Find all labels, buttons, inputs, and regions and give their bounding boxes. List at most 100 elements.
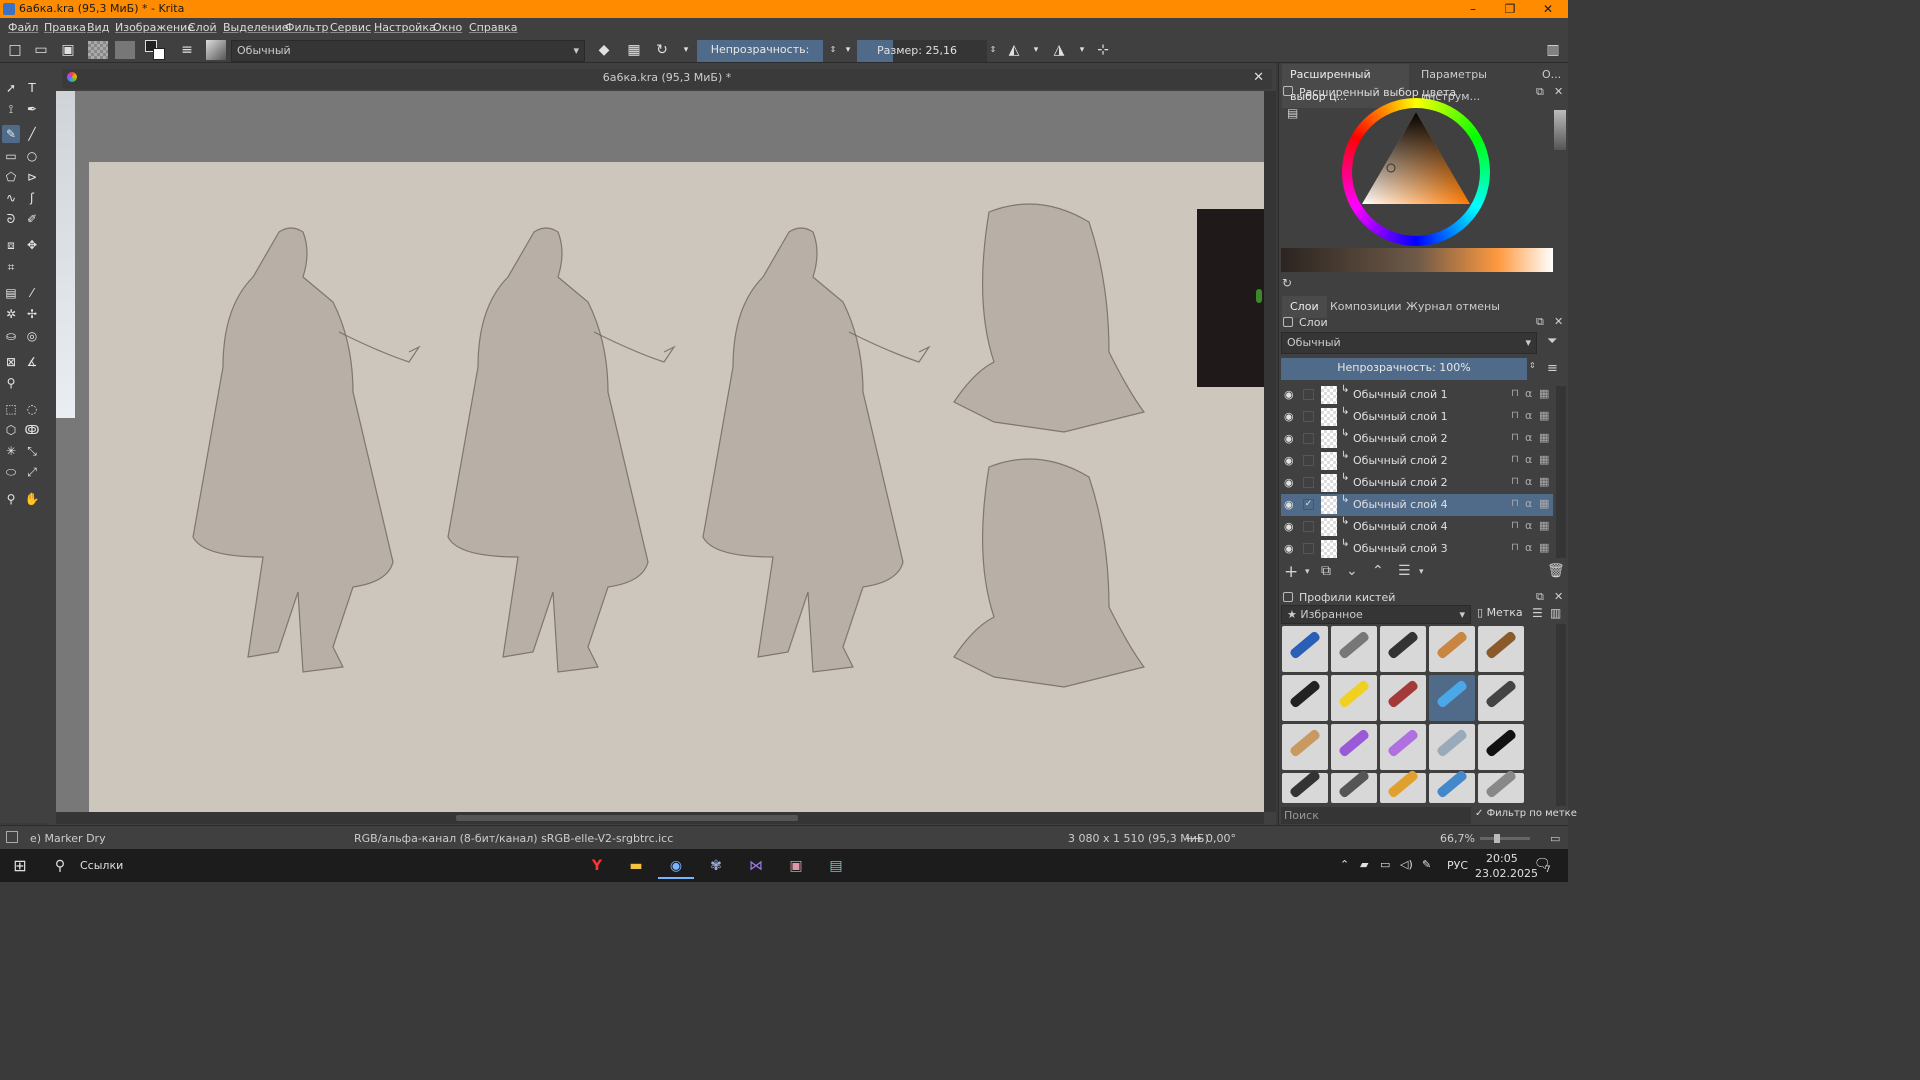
layer-checkbox[interactable] bbox=[1303, 389, 1314, 400]
canvas-paper[interactable] bbox=[89, 162, 1264, 812]
zoom-slider[interactable] bbox=[1480, 834, 1530, 843]
menu-view[interactable]: Вид bbox=[87, 21, 109, 34]
reference-image[interactable] bbox=[1197, 209, 1264, 387]
paint-app-icon[interactable]: ✾ bbox=[698, 853, 734, 879]
close-dock-icon[interactable]: ✕ bbox=[1554, 85, 1563, 98]
move-layer-down-icon[interactable]: ⌄ bbox=[1346, 563, 1358, 579]
layer-row[interactable]: ◉ ↳ Обычный слой 3 ⊓ α ▦ bbox=[1281, 538, 1553, 560]
menu-edit[interactable]: Правка bbox=[44, 21, 86, 34]
transform-tool-icon[interactable]: ⧈ bbox=[2, 236, 20, 254]
inherit-alpha-icon[interactable]: ▦ bbox=[1539, 431, 1549, 444]
brush-preset-tile[interactable] bbox=[1331, 675, 1377, 721]
inherit-alpha-icon[interactable]: ▦ bbox=[1539, 541, 1549, 554]
tab-layers[interactable]: Слои bbox=[1282, 296, 1327, 318]
eraser-mode-icon[interactable]: ◆ bbox=[594, 40, 614, 60]
terminal-app-icon[interactable]: ▤ bbox=[818, 853, 854, 879]
preserve-alpha-icon[interactable]: ▦ bbox=[624, 40, 644, 60]
tray-chevron-up-icon[interactable]: ⌃ bbox=[1340, 858, 1349, 871]
lock-icon[interactable]: ⊓ bbox=[1511, 432, 1519, 443]
hamburger-menu-icon[interactable]: ≡ bbox=[1547, 361, 1558, 376]
layer-row[interactable]: ◉ ✓ ↳ Обычный слой 4 ⊓ α ▦ bbox=[1281, 494, 1553, 516]
mirror-horizontal-icon[interactable]: ◭ bbox=[1004, 40, 1024, 60]
brush-preset-tile[interactable] bbox=[1478, 769, 1524, 803]
lock-icon[interactable] bbox=[1283, 86, 1293, 96]
selection-mode-icon[interactable] bbox=[6, 831, 18, 843]
brush-preset-tile[interactable] bbox=[1429, 675, 1475, 721]
brush-preset-tile[interactable] bbox=[1331, 769, 1377, 803]
polygon-select-tool-icon[interactable]: ⬡ bbox=[2, 421, 20, 439]
line-tool-icon[interactable]: ╱ bbox=[23, 125, 41, 143]
clock-time[interactable]: 20:05 bbox=[1486, 852, 1518, 865]
brush-preset-tile[interactable] bbox=[1429, 724, 1475, 770]
volume-icon[interactable]: ◁) bbox=[1400, 858, 1413, 871]
network-icon[interactable]: ▭ bbox=[1380, 858, 1390, 871]
ellipse-tool-icon[interactable]: ○ bbox=[23, 147, 41, 165]
layer-row[interactable]: ◉ ↳ Обычный слой 1 ⊓ α ▦ bbox=[1281, 406, 1553, 428]
layer-checkbox[interactable] bbox=[1303, 521, 1314, 532]
layer-checkbox[interactable]: ✓ bbox=[1303, 499, 1314, 510]
eye-icon[interactable]: ◉ bbox=[1284, 410, 1294, 423]
crop-tool-icon[interactable]: ⌗ bbox=[2, 258, 20, 276]
size-spin-icon[interactable]: ⇕ bbox=[983, 40, 1003, 60]
menu-window[interactable]: Окно bbox=[433, 21, 462, 34]
eye-icon[interactable]: ◉ bbox=[1284, 432, 1294, 445]
layers-scrollbar[interactable] bbox=[1556, 386, 1566, 558]
lock-icon[interactable] bbox=[1283, 317, 1293, 327]
language-indicator[interactable]: РУС bbox=[1447, 859, 1468, 872]
reference-images-tool-icon[interactable]: ⚲ bbox=[2, 374, 20, 392]
menu-image[interactable]: Изображение bbox=[115, 21, 194, 34]
layer-opacity-spin-icon[interactable]: ⇕ bbox=[1529, 361, 1536, 370]
brush-preset-tile[interactable] bbox=[1380, 769, 1426, 803]
brush-preset-tile[interactable] bbox=[1429, 769, 1475, 803]
contiguous-select-tool-icon[interactable]: ✳ bbox=[2, 442, 20, 460]
image-viewer-icon[interactable]: ▣ bbox=[778, 853, 814, 879]
gradient-swatch[interactable] bbox=[88, 41, 108, 59]
enclose-fill-tool-icon[interactable]: ◎ bbox=[23, 327, 41, 345]
edit-shapes-tool-icon[interactable]: ⟟ bbox=[2, 100, 20, 118]
layer-checkbox[interactable] bbox=[1303, 455, 1314, 466]
tab-undo-history[interactable]: Журнал отмены bbox=[1398, 296, 1508, 318]
filter-by-tag-checkbox[interactable]: ✓ Фильтр по метке bbox=[1475, 808, 1577, 819]
float-dock-icon[interactable]: ⧉ bbox=[1536, 315, 1544, 329]
pen-icon[interactable]: ✎ bbox=[1422, 858, 1431, 871]
layer-checkbox[interactable] bbox=[1303, 433, 1314, 444]
alpha-lock-icon[interactable]: α bbox=[1525, 409, 1532, 422]
color-history-strip[interactable] bbox=[1281, 248, 1553, 272]
inherit-alpha-icon[interactable]: ▦ bbox=[1539, 475, 1549, 488]
layer-row[interactable]: ◉ ↳ Обычный слой 2 ⊓ α ▦ bbox=[1281, 472, 1553, 494]
eye-icon[interactable]: ◉ bbox=[1284, 498, 1294, 511]
chevron-down-icon[interactable]: ▾ bbox=[838, 40, 858, 60]
brush-preset-tile[interactable] bbox=[1282, 724, 1328, 770]
workspace-chooser-icon[interactable]: ▥ bbox=[1543, 40, 1563, 60]
alpha-lock-icon[interactable]: α bbox=[1525, 387, 1532, 400]
add-layer-icon[interactable]: + bbox=[1284, 562, 1298, 582]
similar-select-tool-icon[interactable]: ⤡ bbox=[23, 442, 41, 460]
dynamic-brush-tool-icon[interactable]: ᘐ bbox=[2, 210, 20, 228]
scroll-slider-gray[interactable] bbox=[1554, 110, 1566, 150]
brush-preset-thumbnail[interactable] bbox=[206, 40, 226, 60]
horizontal-scrollbar[interactable] bbox=[56, 812, 1264, 824]
chevron-down-icon[interactable]: ▾ bbox=[1305, 567, 1310, 577]
close-dock-icon[interactable]: ✕ bbox=[1554, 315, 1563, 328]
brush-preset-tile[interactable] bbox=[1282, 769, 1328, 803]
layer-row[interactable]: ◉ ↳ Обычный слой 2 ⊓ α ▦ bbox=[1281, 428, 1553, 450]
alpha-lock-icon[interactable]: α bbox=[1525, 497, 1532, 510]
tag-button[interactable]: ▯ Метка bbox=[1477, 606, 1523, 619]
size-slider[interactable]: Размер: 25,16 пикс. bbox=[857, 40, 987, 79]
lock-icon[interactable]: ⊓ bbox=[1511, 454, 1519, 465]
magnetic-select-tool-icon[interactable]: ⤢ bbox=[23, 463, 41, 481]
layer-blend-mode-combo[interactable]: Обычный ▾ bbox=[1281, 332, 1537, 354]
brush-preset-tile[interactable] bbox=[1478, 675, 1524, 721]
chevron-down-icon[interactable]: ▾ bbox=[1072, 40, 1092, 60]
pan-tool-icon[interactable]: ✋ bbox=[23, 490, 41, 508]
menu-help[interactable]: Справка bbox=[469, 21, 517, 34]
zoom-slider-handle[interactable] bbox=[1494, 834, 1500, 843]
vertical-scrollbar[interactable] bbox=[1264, 91, 1276, 812]
lock-icon[interactable]: ⊓ bbox=[1511, 410, 1519, 421]
bezier-select-tool-icon[interactable]: ⬭ bbox=[2, 463, 20, 481]
background-color-swatch[interactable] bbox=[153, 48, 165, 60]
brush-scrollbar[interactable] bbox=[1556, 624, 1566, 806]
eye-icon[interactable]: ◉ bbox=[1284, 476, 1294, 489]
brush-preset-tile[interactable] bbox=[1478, 724, 1524, 770]
alpha-lock-icon[interactable]: α bbox=[1525, 475, 1532, 488]
